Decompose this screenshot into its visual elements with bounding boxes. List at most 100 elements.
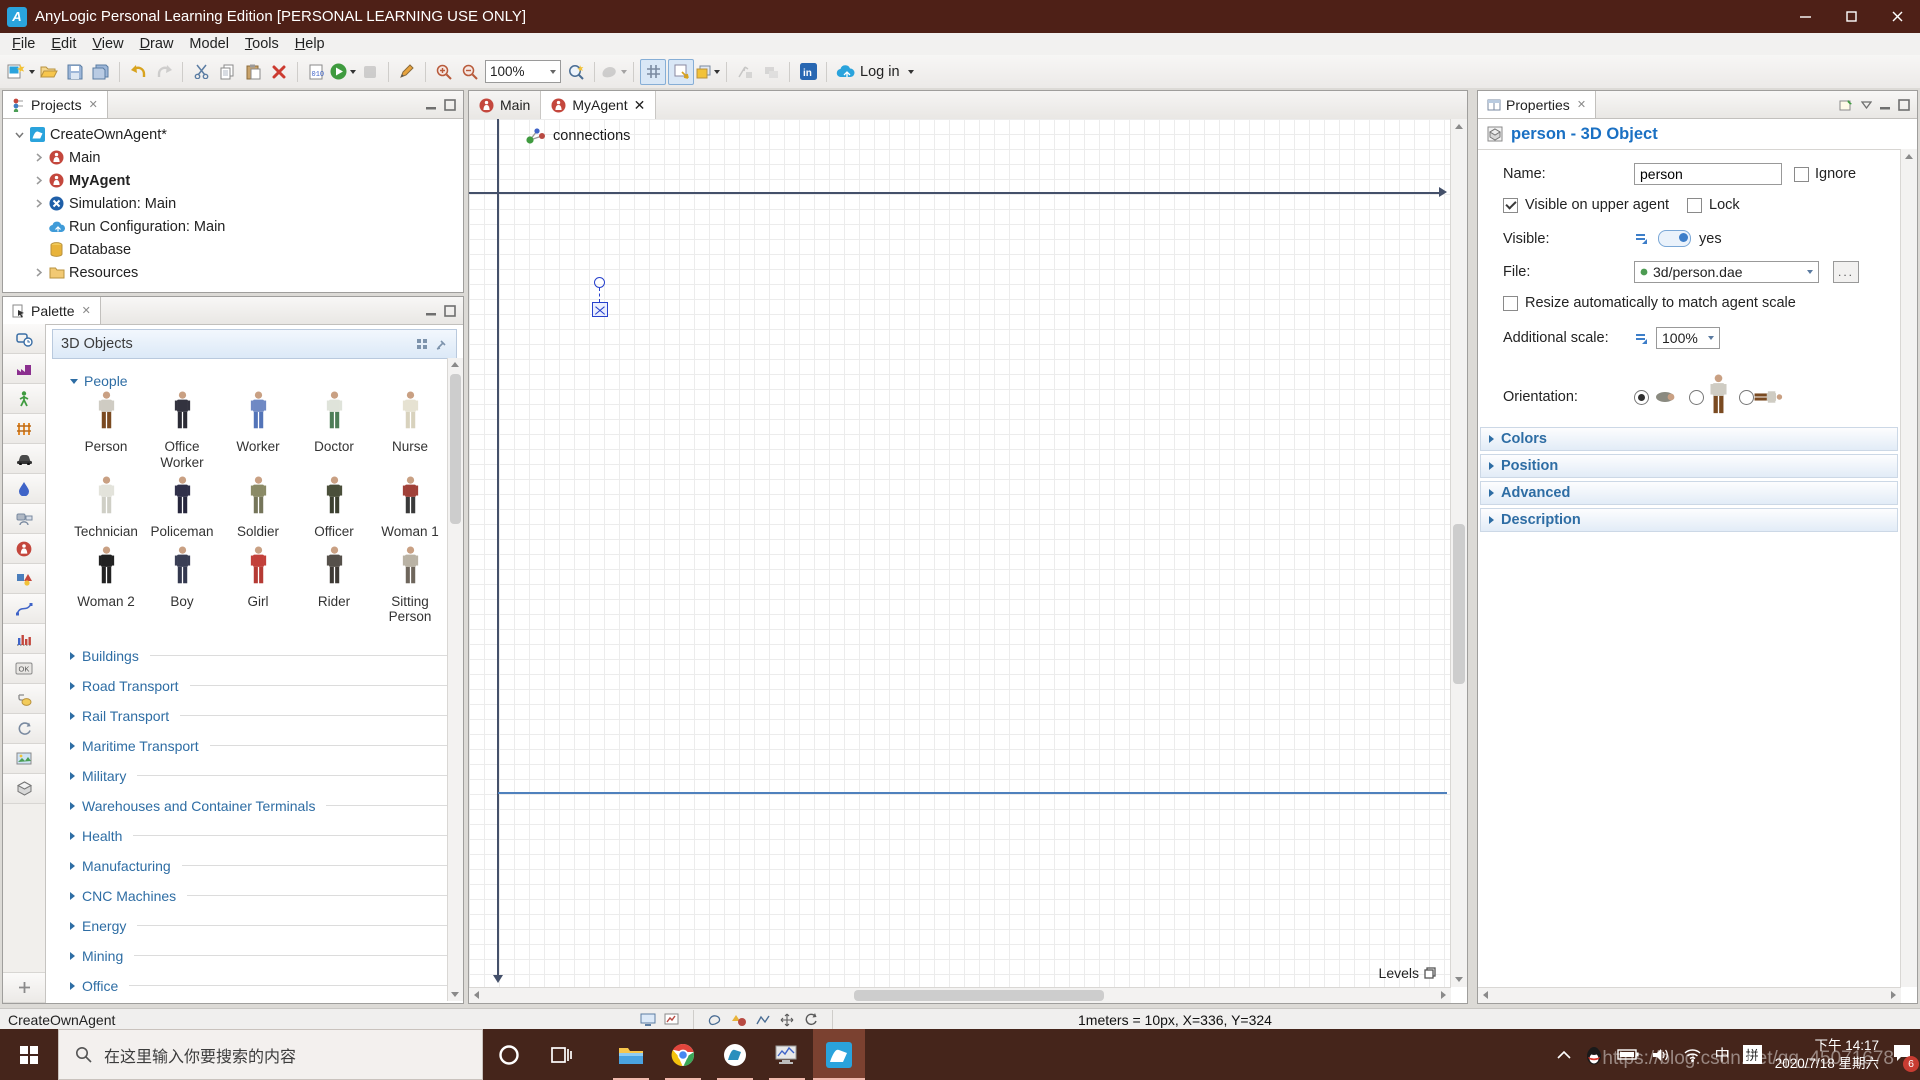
palette-item-doctor[interactable]: Doctor: [296, 391, 372, 470]
maximize-button[interactable]: [1828, 0, 1874, 33]
tab-palette[interactable]: Palette ✕: [3, 297, 101, 324]
menu-tools[interactable]: Tools: [237, 35, 287, 53]
tree-item-database[interactable]: Database: [3, 238, 463, 261]
palette-section-road-transport[interactable]: Road Transport: [70, 671, 463, 701]
maximize-view-icon[interactable]: [1898, 98, 1910, 111]
palette-item-office-worker[interactable]: Office Worker: [144, 391, 220, 470]
properties-section-advanced[interactable]: Advanced: [1480, 481, 1898, 505]
agent-canvas[interactable]: connections Levels: [469, 119, 1450, 987]
rotation-handle-icon[interactable]: [594, 277, 605, 288]
zoom-out-button[interactable]: [458, 60, 482, 84]
anylogic-installer-button[interactable]: [709, 1029, 761, 1080]
cortana-button[interactable]: [483, 1029, 535, 1080]
browse-file-button[interactable]: ...: [1833, 261, 1859, 283]
palette-section-maritime-transport[interactable]: Maritime Transport: [70, 731, 463, 761]
name-input[interactable]: [1634, 163, 1782, 185]
run-button[interactable]: [330, 60, 356, 84]
palette-tab-fluid-library[interactable]: [3, 474, 45, 504]
tab-projects[interactable]: Projects ✕: [3, 91, 108, 118]
maximize-view-icon[interactable]: [444, 98, 456, 111]
dynamic-value-icon[interactable]: [1634, 232, 1649, 245]
tray-expand-icon[interactable]: [1557, 1050, 1571, 1059]
tree-item-simulation-main[interactable]: Simulation: Main: [3, 192, 463, 215]
palette-tab-statistics[interactable]: [3, 624, 45, 654]
pin-properties-icon[interactable]: [1839, 98, 1854, 112]
palette-tab-rail-library[interactable]: [3, 414, 45, 444]
pin-view-icon[interactable]: [435, 338, 448, 351]
tree-item-createownagent[interactable]: CreateOwnAgent*: [3, 123, 463, 146]
palette-section-mining[interactable]: Mining: [70, 941, 463, 971]
palette-tab-road-traffic-library[interactable]: [3, 444, 45, 474]
taskbar-search-box[interactable]: 在这里输入你要搜索的内容: [58, 1029, 483, 1080]
undo-button[interactable]: [126, 60, 150, 84]
palette-tab-pedestrian-library[interactable]: [3, 384, 45, 414]
minimize-button[interactable]: [1782, 0, 1828, 33]
lock-checkbox[interactable]: [1687, 197, 1703, 213]
palette-tab-connectivity[interactable]: [3, 684, 45, 714]
close-icon[interactable]: ✕: [634, 97, 646, 114]
menu-help[interactable]: Help: [287, 35, 333, 53]
expander-icon[interactable]: [13, 130, 25, 139]
menu-draw[interactable]: Draw: [132, 35, 182, 53]
palette-header[interactable]: 3D Objects: [52, 329, 457, 359]
person-3d-object-glyph[interactable]: [592, 302, 608, 317]
properties-section-colors[interactable]: Colors: [1480, 427, 1898, 451]
tree-item-run-configuration-main[interactable]: Run Configuration: Main: [3, 215, 463, 238]
layers-button[interactable]: [696, 60, 720, 84]
minimize-view-icon[interactable]: [425, 99, 437, 111]
close-icon[interactable]: ✕: [89, 98, 98, 111]
palette-item-worker[interactable]: Worker: [220, 391, 296, 470]
palette-tab-pictures[interactable]: [3, 744, 45, 774]
ignore-checkbox[interactable]: [1794, 166, 1809, 182]
shapes-icon[interactable]: [731, 1013, 747, 1027]
palette-item-nurse[interactable]: Nurse: [372, 391, 448, 470]
canvas-horizontal-scrollbar[interactable]: [469, 987, 1451, 1003]
pen-button[interactable]: [395, 60, 419, 84]
battery-icon[interactable]: [1616, 1048, 1639, 1061]
new-model-button[interactable]: [7, 60, 35, 84]
levels-control[interactable]: Levels: [1379, 965, 1436, 981]
minimize-view-icon[interactable]: [425, 305, 437, 317]
build-button[interactable]: 010: [304, 60, 328, 84]
palette-tab-3d-objects[interactable]: [3, 774, 45, 804]
ime-language-indicator[interactable]: 中: [1715, 1044, 1730, 1065]
login-button[interactable]: Log in: [836, 64, 914, 80]
open-model-button[interactable]: [37, 60, 61, 84]
canvas-vertical-scrollbar[interactable]: [1450, 119, 1467, 987]
editor-tab-main[interactable]: Main: [469, 91, 542, 119]
orientation-front-radio[interactable]: [1689, 389, 1704, 405]
notification-center-button[interactable]: 6: [1892, 1043, 1919, 1072]
editor-tab-myagent[interactable]: MyAgent ✕: [541, 91, 657, 119]
linkedin-button[interactable]: in: [796, 60, 820, 84]
view-menu-icon[interactable]: [1861, 100, 1872, 109]
zoom-level-combo[interactable]: 100%: [485, 60, 561, 83]
palette-item-technician[interactable]: Technician: [68, 476, 144, 540]
menu-view[interactable]: View: [84, 35, 131, 53]
delete-button[interactable]: [267, 60, 291, 84]
palette-section-energy[interactable]: Energy: [70, 911, 463, 941]
tree-item-main[interactable]: Main: [3, 146, 463, 169]
expander-icon[interactable]: [32, 153, 44, 162]
snap-to-grid-toggle-button[interactable]: [668, 58, 694, 85]
palette-tab-material-handling-library[interactable]: [3, 504, 45, 534]
move-icon[interactable]: [779, 1013, 795, 1027]
ime-mode-indicator[interactable]: 拼: [1742, 1045, 1762, 1064]
palette-tab-agent[interactable]: [3, 534, 45, 564]
palette-tab-manufacturing-library[interactable]: [3, 354, 45, 384]
palette-item-officer[interactable]: Officer: [296, 476, 372, 540]
properties-section-description[interactable]: Description: [1480, 508, 1898, 532]
cut-button[interactable]: [189, 60, 213, 84]
properties-horizontal-scrollbar[interactable]: [1478, 987, 1901, 1003]
palette-item-boy[interactable]: Boy: [144, 546, 220, 625]
palette-add-page-button[interactable]: [3, 972, 45, 1003]
palette-section-rail-transport[interactable]: Rail Transport: [70, 701, 463, 731]
palette-section-health[interactable]: Health: [70, 821, 463, 851]
palette-item-girl[interactable]: Girl: [220, 546, 296, 625]
file-combo[interactable]: 3d/person.dae: [1634, 261, 1819, 283]
zoom-reset-button[interactable]: [564, 60, 588, 84]
palette-tab-process-modeling-library[interactable]: [3, 324, 45, 354]
resize-automatically-checkbox[interactable]: [1503, 295, 1518, 311]
console-icon[interactable]: [640, 1013, 656, 1027]
menu-model[interactable]: Model: [181, 35, 237, 53]
grid-toggle-button[interactable]: [640, 58, 666, 85]
